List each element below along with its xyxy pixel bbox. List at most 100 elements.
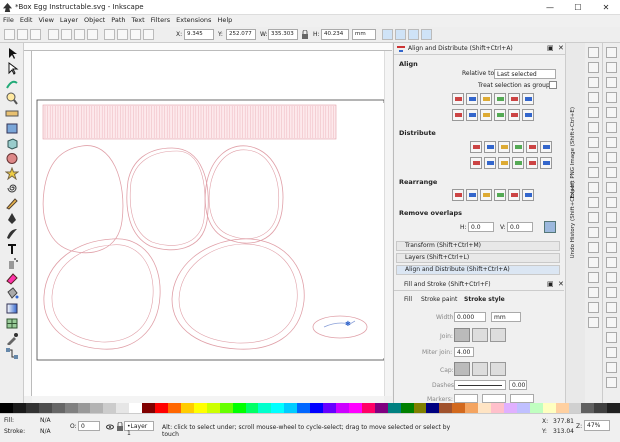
fill-indicator-value[interactable]: N/A (40, 417, 51, 424)
palette-swatch[interactable] (284, 403, 298, 413)
rotate-cw-button[interactable] (61, 29, 72, 40)
minimize-button[interactable]: — (536, 0, 564, 15)
command-button[interactable] (606, 272, 617, 283)
spiral-tool-icon[interactable] (5, 182, 19, 195)
palette-swatch[interactable] (232, 403, 246, 413)
command-button[interactable] (606, 242, 617, 253)
command-button[interactable] (606, 347, 617, 358)
3d-box-tool-icon[interactable] (5, 137, 19, 150)
cap-square-button[interactable] (490, 362, 506, 376)
overlap-h-field[interactable]: 0.0 (468, 222, 494, 232)
command-button[interactable] (606, 77, 617, 88)
distribute-button[interactable] (526, 141, 538, 153)
dropper-tool-icon[interactable] (5, 332, 19, 345)
align-button[interactable] (466, 93, 478, 105)
command-button[interactable] (606, 227, 617, 238)
snap-toggle-button[interactable] (588, 167, 599, 178)
zoom-tool-icon[interactable] (5, 92, 19, 105)
palette-swatch[interactable] (594, 403, 608, 413)
align-button[interactable] (466, 109, 478, 121)
dock-dialog-button[interactable]: ▣ (547, 44, 554, 52)
command-button[interactable] (606, 62, 617, 73)
raise-button[interactable] (117, 29, 128, 40)
fill-tab[interactable]: Fill (404, 296, 412, 303)
unit-select[interactable]: mm (352, 29, 376, 40)
calligraphy-tool-icon[interactable] (5, 227, 19, 240)
palette-swatch[interactable] (155, 403, 168, 413)
palette-swatch[interactable] (529, 403, 543, 413)
palette-swatch[interactable] (219, 403, 233, 413)
lower-to-bottom-button[interactable] (143, 29, 154, 40)
move-patterns-toggle[interactable] (421, 29, 432, 40)
snap-toggle-button[interactable] (588, 257, 599, 268)
end-marker-select[interactable] (510, 394, 534, 403)
palette-swatch[interactable] (374, 403, 388, 413)
snap-toggle-button[interactable] (588, 77, 599, 88)
layer-visibility-icon[interactable] (106, 423, 114, 431)
canvas[interactable]: ✱ (32, 51, 384, 396)
rearrange-button[interactable] (452, 189, 464, 201)
transform-dialog-collapsed[interactable]: Transform (Shift+Ctrl+M) (396, 241, 560, 251)
pencil-tool-icon[interactable] (5, 197, 19, 210)
mesh-tool-icon[interactable] (5, 317, 19, 330)
palette-swatch[interactable] (491, 403, 504, 413)
menu-view[interactable]: View (35, 15, 56, 25)
palette-swatch[interactable] (51, 403, 65, 413)
rearrange-button[interactable] (522, 189, 534, 201)
snap-toggle-button[interactable] (588, 197, 599, 208)
palette-swatch[interactable] (555, 403, 569, 413)
palette-swatch[interactable] (542, 403, 556, 413)
tweak-tool-icon[interactable] (5, 77, 19, 90)
zoom-field[interactable]: 47% (584, 420, 610, 431)
cap-round-button[interactable] (472, 362, 488, 376)
palette-swatch[interactable] (245, 403, 259, 413)
connector-tool-icon[interactable] (5, 347, 19, 360)
join-bevel-button[interactable] (490, 328, 506, 342)
flip-vertical-button[interactable] (87, 29, 98, 40)
palette-swatch[interactable] (0, 403, 13, 413)
select-all-layers-button[interactable] (17, 29, 28, 40)
palette-swatch[interactable] (361, 403, 375, 413)
snap-toggle-button[interactable] (588, 107, 599, 118)
menu-help[interactable]: Help (214, 15, 235, 25)
deselect-button[interactable] (30, 29, 41, 40)
canvas-horizontal-scrollbar[interactable] (32, 396, 384, 403)
command-button[interactable] (606, 182, 617, 193)
align-button[interactable] (508, 93, 520, 105)
palette-swatch[interactable] (335, 403, 349, 413)
align-button[interactable] (480, 93, 492, 105)
align-button[interactable] (452, 109, 464, 121)
command-button[interactable] (606, 257, 617, 268)
mid-marker-select[interactable] (482, 394, 506, 403)
start-marker-select[interactable] (454, 394, 478, 403)
palette-swatch[interactable] (323, 403, 336, 413)
snap-toggle-button[interactable] (588, 152, 599, 163)
maximize-button[interactable]: ☐ (564, 0, 592, 15)
flip-horizontal-button[interactable] (74, 29, 85, 40)
remove-overlaps-button[interactable] (544, 221, 556, 233)
palette-swatch[interactable] (38, 403, 52, 413)
palette-swatch[interactable] (426, 403, 440, 413)
snap-toggle-button[interactable] (588, 272, 599, 283)
fill-dock-button[interactable]: ▣ (547, 280, 554, 288)
distribute-button[interactable] (470, 157, 482, 169)
palette-swatch[interactable] (478, 403, 492, 413)
distribute-button[interactable] (498, 157, 510, 169)
h-field[interactable]: 40.234 (321, 29, 349, 40)
command-button[interactable] (606, 47, 617, 58)
command-button[interactable] (606, 212, 617, 223)
palette-swatch[interactable] (25, 403, 39, 413)
menu-text[interactable]: Text (129, 15, 148, 25)
treat-as-group-checkbox[interactable] (549, 81, 557, 89)
palette-swatch[interactable] (516, 403, 530, 413)
distribute-button[interactable] (470, 141, 482, 153)
move-gradients-toggle[interactable] (408, 29, 419, 40)
align-dialog-collapsed[interactable]: Align and Distribute (Shift+Ctrl+A) (396, 265, 560, 275)
w-field[interactable]: 335.303 (268, 29, 298, 40)
join-miter-button[interactable] (454, 328, 470, 342)
palette-swatch[interactable] (103, 403, 117, 413)
rearrange-button[interactable] (466, 189, 478, 201)
gradient-tool-icon[interactable] (5, 302, 19, 315)
palette-swatch[interactable] (297, 403, 311, 413)
eraser-tool-icon[interactable] (5, 272, 19, 285)
